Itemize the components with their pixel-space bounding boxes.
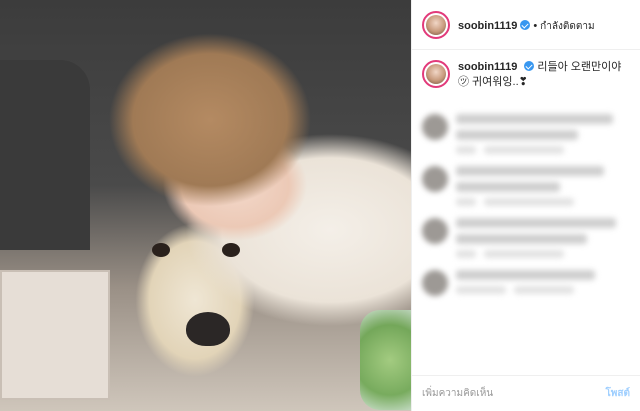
sofa bbox=[0, 60, 90, 250]
avatar-image bbox=[426, 14, 446, 35]
caption: soobin1119 리들아 오랜만이야㋡ 귀여워잉..❣ bbox=[412, 50, 640, 96]
container-box bbox=[0, 270, 110, 400]
verified-badge-icon bbox=[520, 19, 531, 30]
following-button[interactable]: กำลังติดตาม bbox=[540, 21, 594, 32]
instagram-post-window: soobin1119 • กำลังติดตาม soobin1119 리들아 오랜… bbox=[0, 0, 640, 411]
dog-eye-right bbox=[222, 243, 240, 257]
comment-footer: เพิ่มความคิดเห็น โพสต์ bbox=[412, 375, 640, 411]
add-comment-input[interactable]: เพิ่มความคิดเห็น bbox=[422, 386, 493, 401]
header-text: soobin1119 • กำลังติดตาม bbox=[458, 16, 595, 34]
comments-list bbox=[412, 96, 640, 308]
post-sidebar: soobin1119 • กำลังติดตาม soobin1119 리들아 오랜… bbox=[411, 0, 640, 411]
post-photo[interactable] bbox=[0, 0, 411, 411]
verified-badge-icon bbox=[524, 61, 535, 71]
caption-avatar[interactable] bbox=[422, 60, 450, 88]
comment-avatar[interactable] bbox=[422, 218, 448, 244]
post-comment-button[interactable]: โพสต์ bbox=[605, 386, 630, 401]
comment-text bbox=[456, 166, 604, 176]
comment-text bbox=[456, 130, 578, 140]
comment-text bbox=[456, 182, 561, 192]
comment-avatar[interactable] bbox=[422, 166, 448, 192]
caption-text: soobin1119 리들아 오랜만이야㋡ 귀여워잉..❣ bbox=[458, 60, 630, 90]
comment-text bbox=[456, 270, 596, 280]
comment-avatar[interactable] bbox=[422, 270, 448, 296]
dog-nose bbox=[186, 312, 230, 346]
comment-text bbox=[456, 114, 613, 124]
comment-item bbox=[422, 218, 630, 258]
avatar[interactable] bbox=[422, 10, 450, 39]
comment-item bbox=[422, 114, 630, 154]
comment-avatar[interactable] bbox=[422, 114, 448, 140]
comment-item bbox=[422, 270, 630, 296]
salad-bowl bbox=[360, 310, 411, 410]
comment-item bbox=[422, 166, 630, 206]
comment-text bbox=[456, 234, 587, 244]
dog-eye-left bbox=[152, 243, 170, 257]
post-header: soobin1119 • กำลังติดตาม bbox=[412, 0, 640, 50]
caption-username[interactable]: soobin1119 bbox=[458, 61, 517, 73]
separator-dot: • bbox=[533, 19, 538, 32]
avatar-image bbox=[426, 64, 446, 84]
username-link[interactable]: soobin1119 bbox=[458, 20, 517, 32]
comment-text bbox=[456, 218, 617, 228]
